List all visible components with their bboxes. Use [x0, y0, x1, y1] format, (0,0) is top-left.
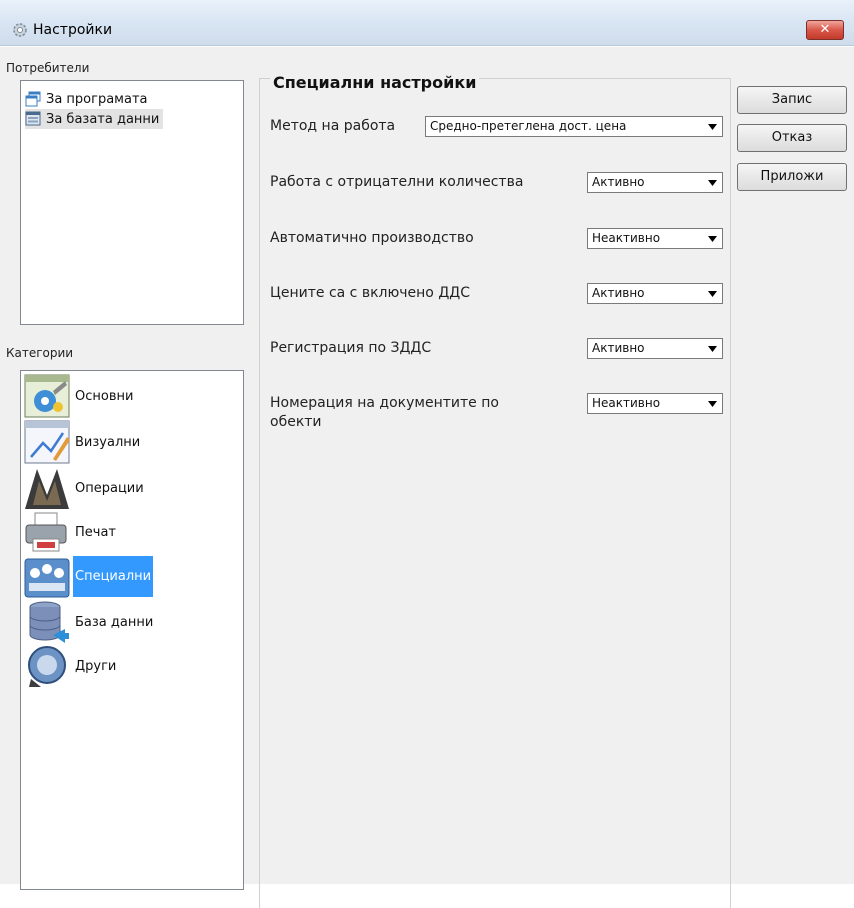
window-title: Настройки [33, 22, 113, 38]
category-database[interactable]: База данни [23, 601, 165, 643]
apply-button[interactable]: Приложи [737, 163, 847, 191]
user-item-label: За базата данни [46, 111, 160, 127]
special-settings-group [259, 78, 731, 908]
negative-qty-label: Работа с отрицателни количества [270, 174, 524, 190]
category-visual[interactable]: Визуални [23, 420, 165, 464]
negative-qty-dropdown[interactable]: Активно [587, 172, 723, 193]
other-settings-icon [28, 646, 66, 687]
chevron-down-icon [704, 118, 721, 135]
auto-production-value: Неактивно [592, 231, 661, 245]
group-title: Специални настройки [270, 73, 480, 92]
prices-vat-dropdown[interactable]: Активно [587, 283, 723, 304]
operations-icon [25, 469, 69, 509]
user-item-program[interactable]: За програмата [25, 89, 148, 109]
visual-settings-icon [24, 420, 70, 464]
category-label: База данни [75, 614, 154, 630]
close-button[interactable]: ✕ [806, 20, 844, 40]
prices-vat-label: Цените са с включено ДДС [270, 285, 470, 301]
categories-label: Категории [6, 346, 74, 360]
category-print[interactable]: Печат [23, 511, 165, 553]
printer-icon [25, 512, 67, 552]
auto-production-dropdown[interactable]: Неактивно [587, 228, 723, 249]
negative-qty-value: Активно [592, 175, 645, 189]
category-label: Визуални [75, 434, 141, 450]
title-bar: Настройки ✕ [0, 0, 854, 46]
vat-registration-label: Регистрация по ЗДДС [270, 340, 432, 356]
special-settings-icon [24, 558, 70, 598]
windows-app-icon [25, 91, 41, 107]
category-operations[interactable]: Операции [23, 467, 165, 509]
doc-numbering-label-line2: обекти [270, 414, 322, 430]
dialog-client-area: Потребители За програмата За базата данн… [0, 47, 854, 908]
category-other[interactable]: Други [23, 645, 165, 687]
category-basic[interactable]: Основни [23, 374, 165, 418]
database-icon [29, 601, 69, 643]
save-button[interactable]: Запис [737, 86, 847, 114]
category-label: Основни [75, 388, 134, 404]
users-label: Потребители [6, 61, 90, 75]
method-value: Средно-претеглена дост. цена [430, 119, 627, 133]
method-dropdown[interactable]: Средно-претеглена дост. цена [425, 116, 723, 137]
chevron-down-icon [704, 395, 721, 412]
basic-settings-icon [24, 374, 70, 418]
auto-production-label: Автоматично производство [270, 230, 474, 246]
category-label: Други [75, 658, 117, 674]
doc-numbering-label: Номерация на документите по [270, 395, 499, 411]
category-special[interactable]: Специални [23, 555, 165, 598]
category-label: Специални [73, 555, 154, 597]
prices-vat-value: Активно [592, 286, 645, 300]
database-window-icon [25, 111, 41, 126]
vat-registration-dropdown[interactable]: Активно [587, 338, 723, 359]
doc-numbering-dropdown[interactable]: Неактивно [587, 393, 723, 414]
chevron-down-icon [704, 340, 721, 357]
category-label: Печат [75, 524, 116, 540]
doc-numbering-value: Неактивно [592, 396, 661, 410]
chevron-down-icon [704, 174, 721, 191]
user-item-database[interactable]: За базата данни [25, 109, 164, 129]
users-list[interactable]: За програмата За базата данни [20, 80, 244, 325]
method-label: Метод на работа [270, 118, 396, 134]
cancel-button[interactable]: Отказ [737, 124, 847, 152]
chevron-down-icon [704, 230, 721, 247]
category-label: Операции [75, 480, 144, 496]
chevron-down-icon [704, 285, 721, 302]
vat-registration-value: Активно [592, 341, 645, 355]
settings-gear-icon [13, 23, 27, 37]
user-item-label: За програмата [46, 91, 148, 107]
categories-list[interactable]: Основни Визуални Операции Печат Специалн… [20, 370, 244, 890]
